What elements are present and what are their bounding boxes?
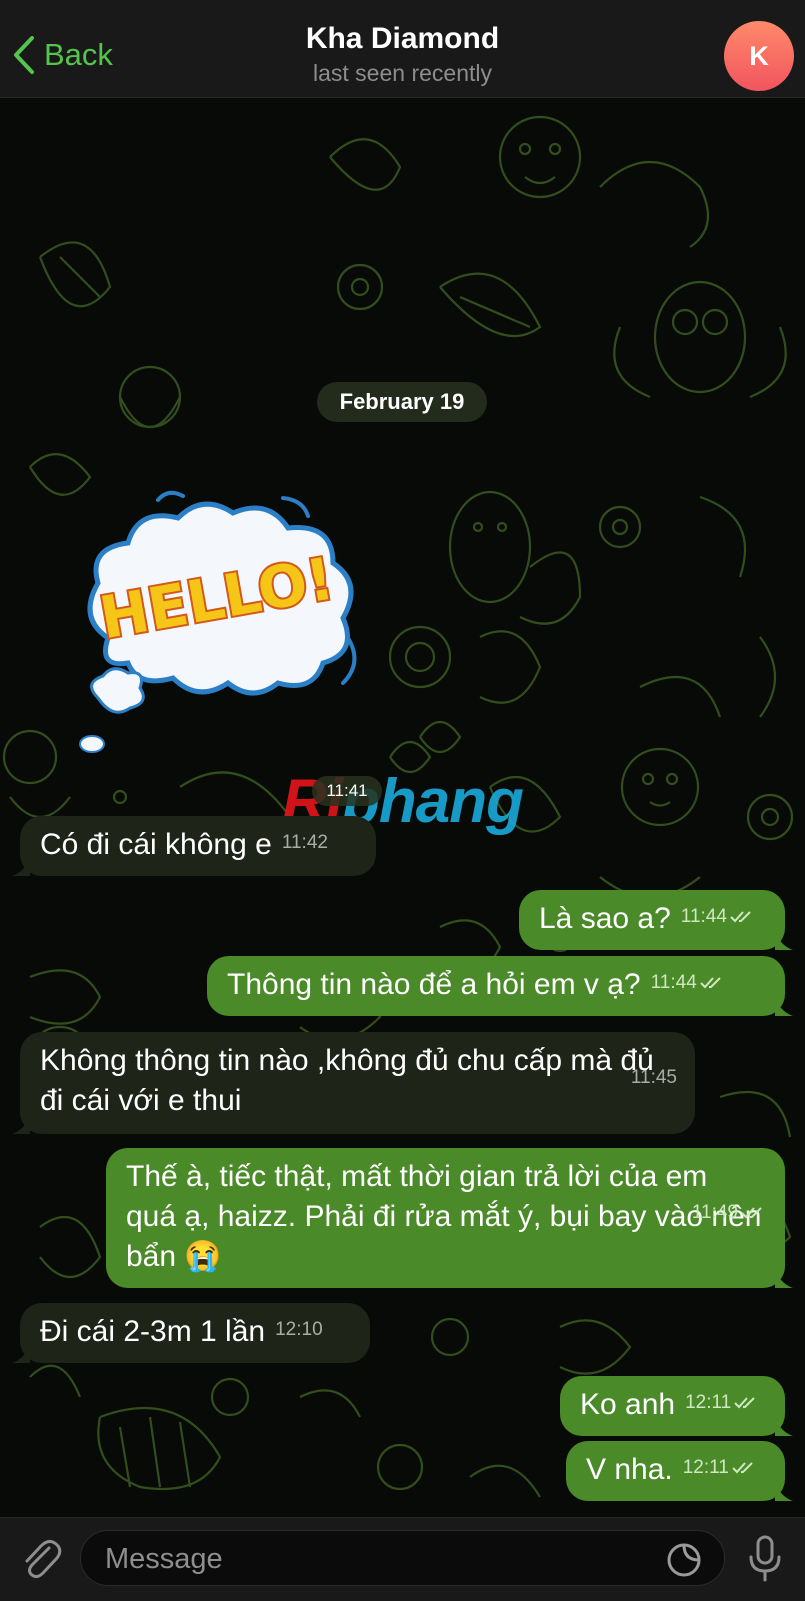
double-check-icon <box>700 977 721 989</box>
message-text: Thông tin nào để a hỏi em v ạ? <box>227 968 641 1001</box>
message-text: Không thông tin nào ,không đủ chu cấp mà… <box>40 1044 663 1117</box>
message-text: Ko anh <box>580 1388 676 1421</box>
message-text: Có đi cái không e <box>40 828 272 861</box>
chat-status: last seen recently <box>313 60 492 86</box>
avatar-letter: K <box>749 40 769 71</box>
message-text: Đi cái 2-3m 1 lần <box>40 1315 266 1348</box>
message-bubble-incoming[interactable]: Đi cái 2-3m 1 lần 12:10 <box>12 1303 370 1363</box>
microphone-icon[interactable] <box>748 1535 782 1583</box>
message-bubble-outgoing[interactable]: V nha. 12:11 <box>566 1441 793 1501</box>
chat-header: Back Kha Diamond last seen recently K <box>0 0 805 98</box>
double-check-icon <box>730 911 751 923</box>
message-meta: 12:11 <box>683 1448 758 1488</box>
date-separator: February 19 <box>317 382 487 422</box>
paperclip-icon[interactable] <box>19 1536 63 1582</box>
message-time: 12:11 <box>685 1392 732 1413</box>
message-time: 11:44 <box>680 906 727 927</box>
bubble-tail <box>775 998 793 1016</box>
message-meta: 12:11 <box>685 1383 760 1423</box>
message-meta: 11:44 <box>681 897 756 937</box>
message-bubble-outgoing[interactable]: Ko anh 12:11 <box>560 1376 793 1436</box>
message-time: 11:49 <box>691 1202 738 1223</box>
double-check-icon <box>734 1397 755 1409</box>
message-bubble-outgoing[interactable]: Thông tin nào để a hỏi em v ạ? 11:44 <box>207 956 793 1016</box>
message-bubble-incoming[interactable]: Có đi cái không e 11:42 <box>12 816 376 876</box>
message-bubble-outgoing[interactable]: Thế à, tiếc thật, mất thời gian trả lời … <box>106 1146 793 1288</box>
bubble-tail <box>12 1345 30 1363</box>
bubble-tail <box>775 1418 793 1436</box>
message-time: 11:44 <box>650 972 697 993</box>
chat-title-area[interactable]: Kha Diamond last seen recently <box>0 22 805 87</box>
bubble-tail <box>12 858 30 876</box>
message-meta: 11:49 <box>692 1146 767 1280</box>
message-meta: 11:45 <box>631 1030 677 1126</box>
hello-sticker[interactable]: HELLO! <box>68 488 368 768</box>
message-bubble-incoming[interactable]: Không thông tin nào ,không đủ chu cấp mà… <box>12 1030 695 1134</box>
message-input-bar <box>0 1517 805 1601</box>
double-check-icon <box>741 1207 762 1219</box>
message-input[interactable] <box>103 1531 647 1587</box>
sticker-icon[interactable] <box>666 1542 702 1578</box>
bubble-tail <box>775 932 793 950</box>
bubble-tail <box>775 1270 793 1288</box>
message-meta: 12:10 <box>275 1310 323 1350</box>
sticker-timestamp: 11:41 <box>312 776 382 806</box>
message-text: V nha. <box>586 1453 673 1486</box>
message-time: 12:11 <box>682 1457 729 1478</box>
double-check-icon <box>732 1462 753 1474</box>
message-text: Thế à, tiếc thật, mất thời gian trả lời … <box>126 1160 770 1273</box>
message-time: 12:10 <box>275 1319 323 1340</box>
message-time: 11:45 <box>630 1067 677 1088</box>
message-text: Là sao a? <box>539 902 671 935</box>
message-meta: 11:44 <box>651 963 726 1003</box>
message-bubble-outgoing[interactable]: Là sao a? 11:44 <box>519 890 793 950</box>
bubble-tail <box>775 1483 793 1501</box>
bubble-tail <box>12 1116 30 1134</box>
message-meta: 11:42 <box>282 823 328 863</box>
message-time: 11:42 <box>281 832 328 853</box>
message-field[interactable] <box>80 1530 725 1587</box>
chat-title: Kha Diamond <box>305 22 500 55</box>
avatar[interactable]: K <box>724 21 794 91</box>
